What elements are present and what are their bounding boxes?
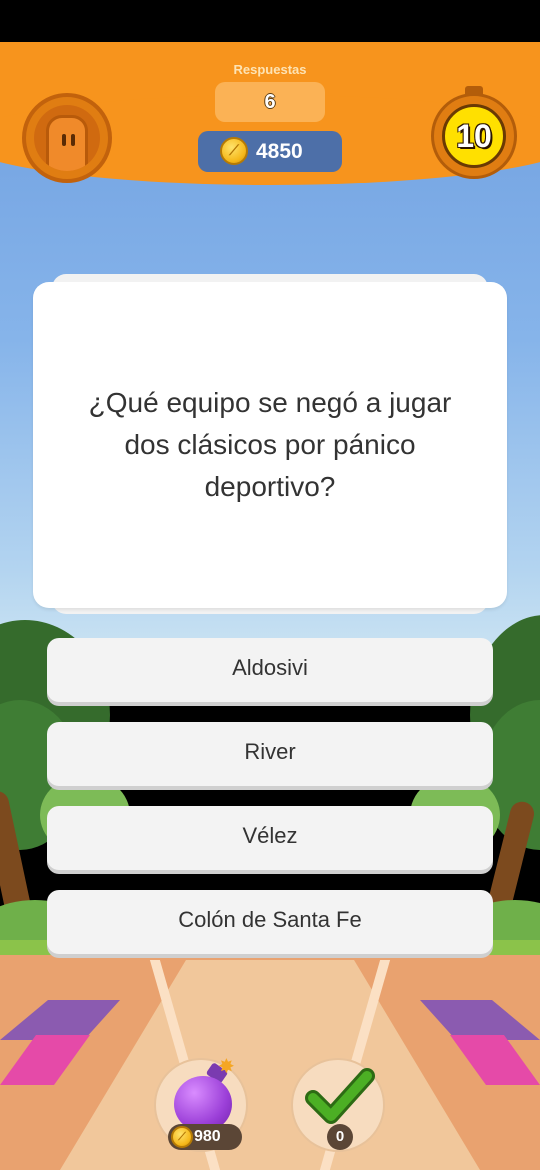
answers-label: Respuestas bbox=[233, 62, 307, 77]
coins-balance: ⟋ 4850 bbox=[198, 131, 342, 172]
answer-label: Aldosivi bbox=[232, 655, 308, 680]
answer-option-1[interactable]: Aldosivi bbox=[47, 638, 493, 702]
answer-option-3[interactable]: Vélez bbox=[47, 806, 493, 870]
bomb-price: ⟋ 980 bbox=[168, 1124, 242, 1150]
checkmark-icon bbox=[305, 1068, 375, 1124]
bomb-powerup-button[interactable]: ✸ ⟋ 980 bbox=[154, 1054, 248, 1152]
status-bar bbox=[0, 0, 540, 42]
stopwatch-icon: 10 bbox=[431, 93, 517, 179]
bomb-price-value: 980 bbox=[194, 1128, 221, 1145]
question-card: ¿Qué equipo se negó a jugar dos clásicos… bbox=[33, 282, 507, 608]
answer-label: Vélez bbox=[242, 823, 298, 848]
correct-answer-powerup-button[interactable]: 0 bbox=[291, 1058, 385, 1152]
question-text: ¿Qué equipo se negó a jugar dos clásicos… bbox=[88, 387, 452, 502]
coin-icon: ⟋ bbox=[171, 1126, 193, 1148]
answer-option-4[interactable]: Colón de Santa Fe bbox=[47, 890, 493, 954]
answers-count: 6 bbox=[215, 82, 325, 122]
character-icon bbox=[46, 115, 88, 171]
spark-icon: ✸ bbox=[218, 1054, 235, 1078]
answer-label: Colón de Santa Fe bbox=[178, 907, 362, 932]
coins-value: 4850 bbox=[256, 140, 303, 163]
coin-icon: ⟋ bbox=[220, 137, 248, 165]
answer-option-2[interactable]: River bbox=[47, 722, 493, 786]
timer-value: 10 bbox=[442, 104, 506, 168]
answer-label: River bbox=[244, 739, 296, 764]
avatar[interactable] bbox=[22, 93, 112, 183]
correct-powerup-count: 0 bbox=[327, 1124, 353, 1150]
quiz-screen: Respuestas 6 ⟋ 4850 10 ¿Qué equipo se ne… bbox=[0, 0, 540, 1170]
